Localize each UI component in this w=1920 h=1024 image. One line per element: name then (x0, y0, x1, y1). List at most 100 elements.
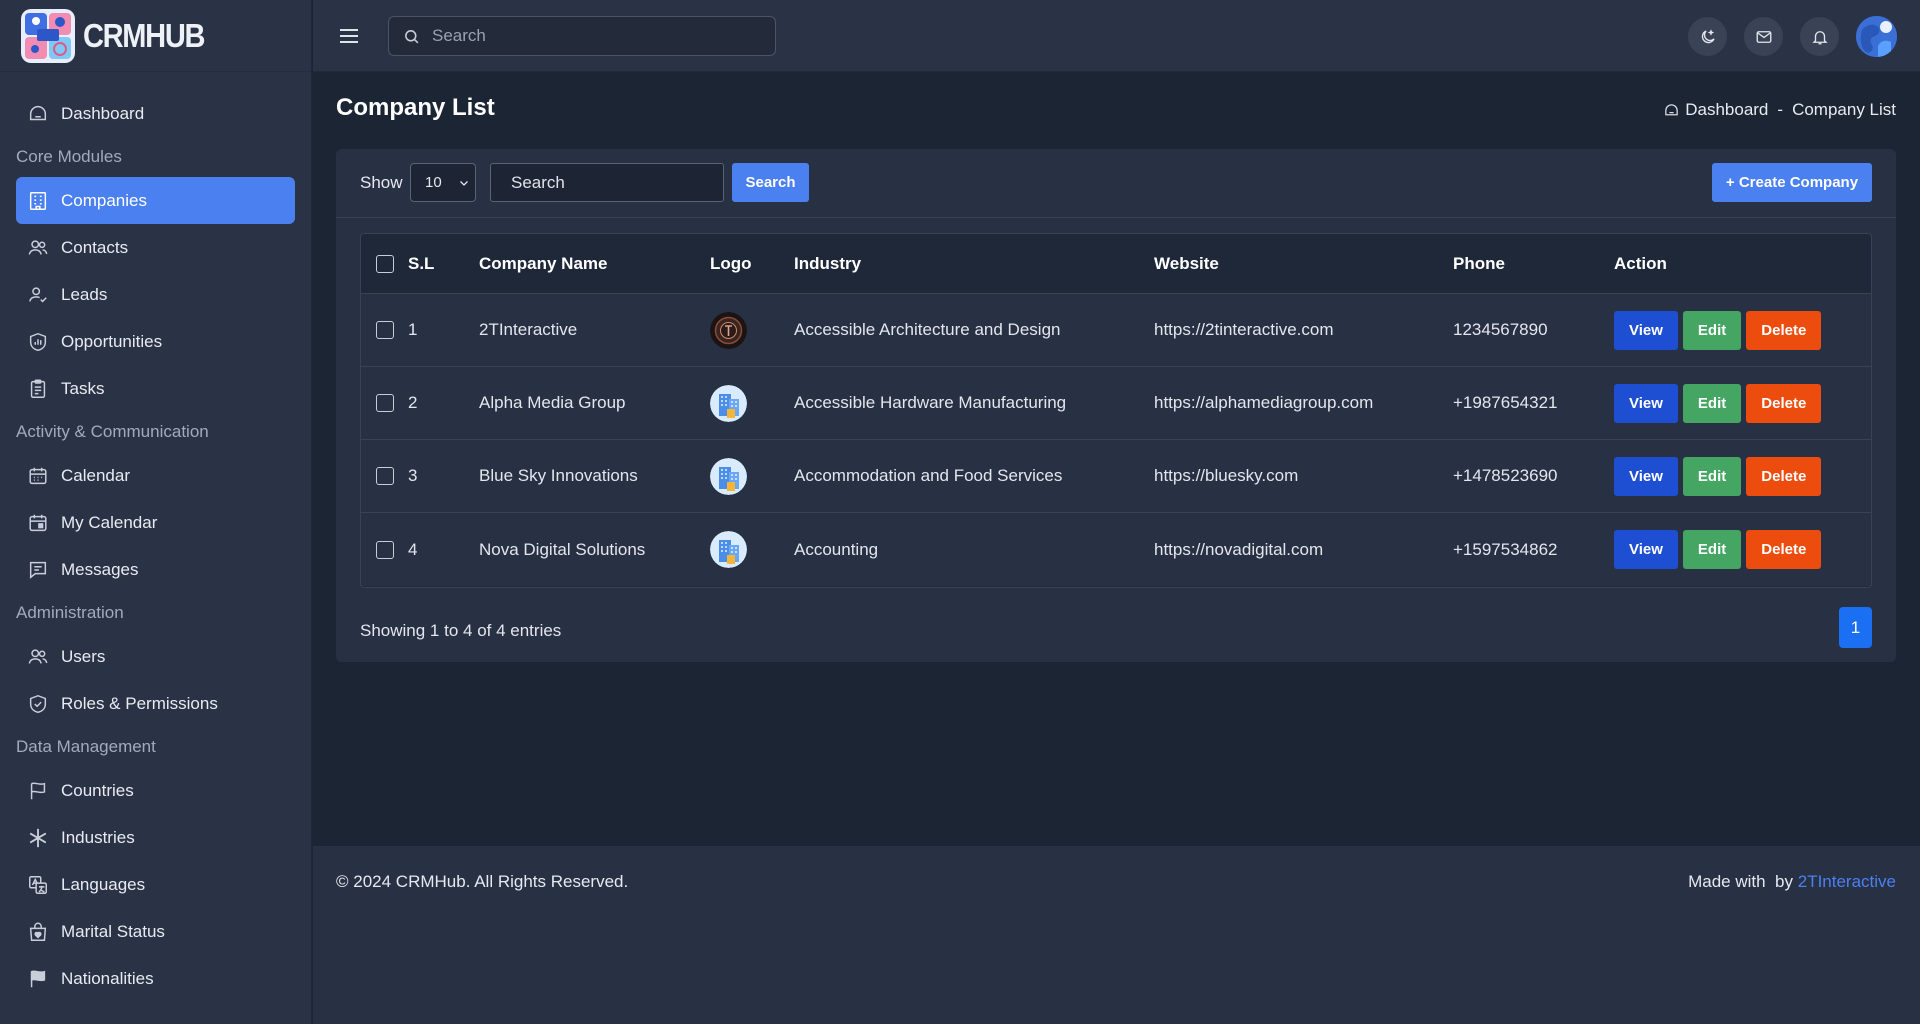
sidebar: CRMHUB Dashboard Core Modules Companies … (0, 0, 312, 1024)
row-sl: 4 (408, 539, 418, 559)
view-button[interactable]: View (1614, 456, 1678, 496)
sidebar-item-my-calendar[interactable]: My Calendar (16, 499, 295, 546)
entries-summary: Showing 1 to 4 of 4 entries (360, 621, 562, 640)
sidebar-item-label: Languages (61, 874, 146, 894)
delete-button[interactable]: Delete (1746, 310, 1822, 350)
section-core-modules: Core Modules (16, 147, 122, 166)
notification-bell-icon[interactable] (1800, 17, 1839, 56)
sidebar-item-companies[interactable]: Companies (16, 177, 295, 224)
sidebar-item-languages[interactable]: Languages (16, 861, 295, 908)
sidebar-item-tasks[interactable]: Tasks (16, 365, 295, 412)
sidebar-item-dashboard[interactable]: Dashboard (16, 90, 295, 137)
made-by-link[interactable]: 2TInteractive (1798, 872, 1896, 891)
sidebar-item-leads[interactable]: Leads (16, 271, 295, 318)
edit-button[interactable]: Edit (1682, 456, 1742, 496)
show-label: Show (360, 173, 403, 192)
row-website: https://bluesky.com (1154, 466, 1299, 485)
breadcrumb-separator: - (1777, 100, 1784, 119)
menu-toggle-icon[interactable] (337, 24, 361, 48)
row-sl: 2 (408, 393, 418, 412)
sidebar-item-users[interactable]: Users (16, 633, 295, 680)
company-list-card: Show 10 Search + Create Company S.L Comp… (336, 149, 1896, 662)
row-phone: +1597534862 (1453, 539, 1558, 559)
delete-button[interactable]: Delete (1746, 383, 1822, 423)
brand[interactable]: CRMHUB (0, 0, 311, 72)
users-icon (27, 646, 49, 668)
col-header-company-name[interactable]: Company Name (479, 254, 710, 274)
row-checkbox[interactable] (376, 321, 394, 339)
edit-button[interactable]: Edit (1682, 310, 1742, 350)
message-icon (27, 559, 49, 581)
sidebar-item-nationalities[interactable]: Nationalities (16, 955, 295, 1002)
page-size-select[interactable]: 10 (410, 163, 476, 202)
user-avatar[interactable] (1856, 16, 1897, 57)
calendar-icon (27, 465, 49, 487)
view-button[interactable]: View (1614, 530, 1678, 569)
table-header: S.L Company Name Logo Industry Website P… (361, 234, 1871, 294)
table-row: 4 Nova Digital Solutions Accounting http… (361, 513, 1871, 586)
sidebar-item-calendar[interactable]: Calendar (16, 452, 295, 499)
delete-button[interactable]: Delete (1746, 456, 1822, 496)
topbar (313, 0, 1920, 72)
bag-heart-icon (27, 921, 49, 943)
view-button[interactable]: View (1614, 383, 1678, 423)
breadcrumb-home-link[interactable]: Dashboard (1685, 100, 1768, 120)
mail-icon[interactable] (1744, 17, 1783, 56)
create-company-button[interactable]: + Create Company (1712, 163, 1872, 202)
edit-button[interactable]: Edit (1682, 530, 1742, 569)
row-website: https://2tinteractive.com (1154, 320, 1334, 339)
theme-toggle-icon[interactable] (1688, 17, 1727, 56)
users-icon (27, 237, 49, 259)
chart-shield-icon (27, 331, 49, 353)
search-icon (403, 28, 420, 45)
sidebar-item-roles-permissions[interactable]: Roles & Permissions (16, 680, 295, 727)
row-industry: Accessible Hardware Manufacturing (794, 393, 1067, 412)
row-checkbox[interactable] (376, 394, 394, 412)
col-header-action: Action (1614, 253, 1667, 273)
shield-check-icon (27, 693, 49, 715)
sidebar-item-label: Opportunities (61, 331, 163, 351)
company-logo (710, 311, 747, 349)
sidebar-item-opportunities[interactable]: Opportunities (16, 318, 295, 365)
sidebar-item-industries[interactable]: Industries (16, 814, 295, 861)
table-row: 2 Alpha Media Group Accessible Hardware … (361, 367, 1871, 440)
table-search-input[interactable] (490, 163, 724, 202)
col-header-phone[interactable]: Phone (1453, 254, 1614, 274)
edit-button[interactable]: Edit (1682, 383, 1742, 423)
language-icon (27, 874, 49, 896)
page-size-value: 10 (425, 174, 442, 191)
sidebar-item-messages[interactable]: Messages (16, 546, 295, 593)
sidebar-item-contacts[interactable]: Contacts (16, 224, 295, 271)
row-industry: Accommodation and Food Services (794, 466, 1063, 485)
global-search-input[interactable] (432, 26, 752, 46)
sidebar-item-label: My Calendar (61, 512, 158, 532)
col-header-logo: Logo (710, 253, 752, 273)
row-industry: Accessible Architecture and Design (794, 320, 1061, 339)
col-header-sl[interactable]: S.L (408, 254, 479, 274)
main-content: Company List Dashboard - Company List Sh… (313, 72, 1920, 846)
building-icon (27, 190, 49, 212)
row-company-name: Nova Digital Solutions (479, 539, 646, 559)
sidebar-item-label: Nationalities (61, 968, 154, 988)
footer: © 2024 CRMHub. All Rights Reserved. Made… (313, 846, 1920, 1024)
delete-button[interactable]: Delete (1746, 530, 1822, 569)
col-header-website[interactable]: Website (1154, 254, 1453, 274)
section-administration: Administration (16, 603, 124, 622)
row-checkbox[interactable] (376, 467, 394, 485)
sidebar-item-marital-status[interactable]: Marital Status (16, 908, 295, 955)
search-button[interactable]: Search (732, 163, 809, 202)
global-search[interactable] (388, 16, 776, 56)
select-all-checkbox[interactable] (376, 254, 394, 273)
col-header-industry[interactable]: Industry (794, 254, 1154, 274)
sidebar-item-countries[interactable]: Countries (16, 767, 295, 814)
page-title: Company List (336, 94, 495, 121)
flag-filled-icon (27, 968, 49, 990)
table-toolbar: Show 10 Search + Create Company (336, 149, 1896, 218)
pagination-page-1[interactable]: 1 (1839, 607, 1872, 648)
dashboard-icon (1663, 102, 1680, 119)
sidebar-item-label: Companies (61, 190, 147, 210)
row-checkbox[interactable] (376, 540, 394, 559)
section-activity: Activity & Communication (16, 422, 209, 441)
view-button[interactable]: View (1614, 310, 1678, 350)
table-row: 1 2TInteractive Accessible Architecture … (361, 294, 1871, 367)
